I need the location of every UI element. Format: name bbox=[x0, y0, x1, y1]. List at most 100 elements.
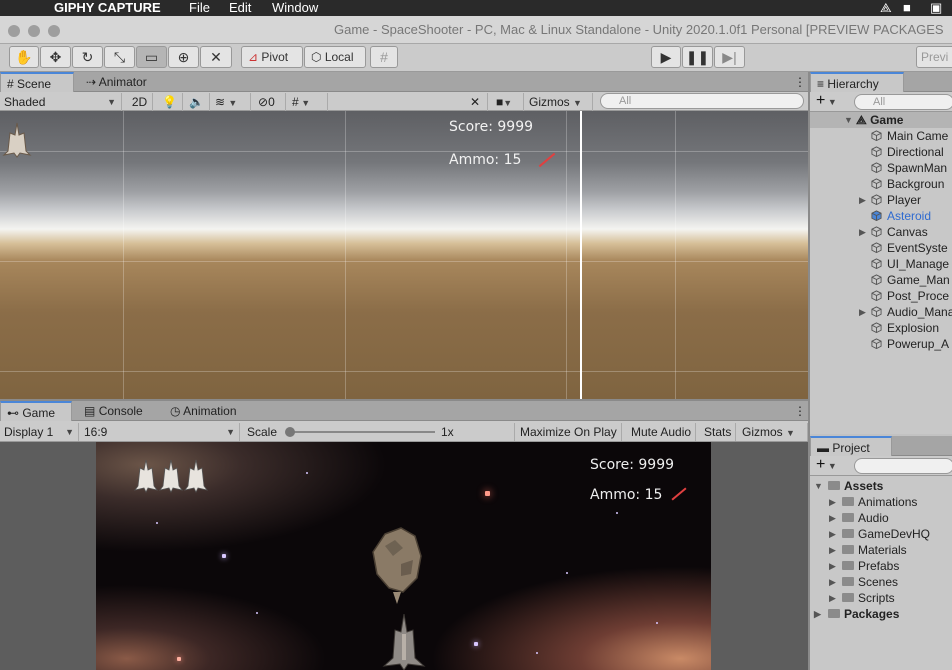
pivot-toggle[interactable]: ⊿ Pivot bbox=[241, 46, 303, 68]
stats-toggle[interactable]: Stats bbox=[700, 423, 737, 441]
hierarchy-item[interactable]: Main Came bbox=[810, 128, 952, 144]
preview-packages-button[interactable]: Previ bbox=[916, 46, 952, 68]
hierarchy-item[interactable]: Backgroun bbox=[810, 176, 952, 192]
move-tool-icon[interactable]: ✥ bbox=[40, 46, 71, 68]
shading-mode-dropdown[interactable]: Shaded ▼ bbox=[0, 93, 122, 111]
grid-toggle-icon[interactable]: # ▼ bbox=[288, 93, 328, 111]
expand-arrow-icon[interactable]: ▶ bbox=[829, 510, 836, 526]
minimize-window-button[interactable] bbox=[28, 25, 40, 37]
scene-gizmos-dropdown[interactable]: Gizmos ▼ bbox=[525, 93, 593, 111]
local-label: Local bbox=[324, 50, 354, 64]
hierarchy-item[interactable]: Directional bbox=[810, 144, 952, 160]
tray-extra-icon[interactable]: ▣ bbox=[930, 0, 942, 15]
project-folder-item[interactable]: ▶ Animations bbox=[810, 494, 952, 510]
game-view[interactable]: Score: 9999 Ammo: 15 bbox=[96, 442, 711, 670]
zoom-window-button[interactable] bbox=[48, 25, 60, 37]
scale-tool-icon[interactable]: ⤡ bbox=[104, 46, 135, 68]
tools-icon[interactable]: ✕ bbox=[466, 93, 488, 111]
folder-icon bbox=[842, 497, 854, 506]
tab-animation[interactable]: ◷ Animation bbox=[164, 401, 243, 421]
unity-tray-icon[interactable]: ⟁ bbox=[880, 0, 892, 15]
expand-arrow-icon[interactable]: ▶ bbox=[829, 590, 836, 606]
hierarchy-item[interactable]: UI_Manage bbox=[810, 256, 952, 272]
lighting-icon[interactable]: 💡 bbox=[157, 93, 183, 111]
hand-tool-icon[interactable]: ✋ bbox=[9, 46, 39, 68]
maximize-on-play-toggle[interactable]: Maximize On Play bbox=[516, 423, 622, 441]
hierarchy-item[interactable]: Powerup_A bbox=[810, 336, 952, 352]
tab-animator[interactable]: ⇢ Animator bbox=[80, 72, 153, 92]
effects-icon[interactable]: ≋ ▼ bbox=[211, 93, 251, 111]
tab-console[interactable]: ▤ Console bbox=[78, 401, 149, 421]
tab-scene[interactable]: # Scene bbox=[0, 72, 74, 92]
expand-arrow-icon[interactable]: ▶ bbox=[829, 542, 836, 558]
menu-window[interactable]: Window bbox=[272, 0, 318, 15]
hierarchy-item[interactable]: SpawnMan bbox=[810, 160, 952, 176]
menu-app-name[interactable]: GIPHY CAPTURE bbox=[54, 0, 161, 15]
scale-slider-track[interactable] bbox=[289, 431, 435, 433]
game-gizmos-dropdown[interactable]: Gizmos ▼ bbox=[738, 423, 808, 441]
tab-project[interactable]: ▬ Project bbox=[810, 436, 892, 456]
play-button[interactable]: ▶ bbox=[651, 46, 681, 68]
camera-tray-icon[interactable]: ■ bbox=[903, 0, 911, 15]
step-button[interactable]: ▶| bbox=[714, 46, 745, 68]
tab-game[interactable]: ⊷ Game bbox=[0, 401, 72, 421]
project-assets-row[interactable]: ▼ Assets bbox=[810, 478, 952, 494]
hierarchy-scene-row[interactable]: ▼ ⟁ Game bbox=[810, 112, 952, 128]
project-folder-label: Animations bbox=[858, 495, 918, 509]
hierarchy-item[interactable]: Post_Proce bbox=[810, 288, 952, 304]
menu-file[interactable]: File bbox=[189, 0, 210, 15]
hierarchy-item-label: Audio_Mana bbox=[887, 305, 952, 319]
main-toolbar: ✋ ✥ ↻ ⤡ ▭ ⊕ ✕ ⊿ Pivot ⬡ Local # ▶ ❚❚ ▶| … bbox=[0, 44, 952, 72]
project-folder-item[interactable]: ▶ Audio bbox=[810, 510, 952, 526]
hierarchy-item[interactable]: Game_Man bbox=[810, 272, 952, 288]
expand-arrow-icon[interactable]: ▶ bbox=[829, 526, 836, 542]
expand-arrow-icon[interactable]: ▶ bbox=[829, 558, 836, 574]
project-packages-row[interactable]: ▶ Packages bbox=[810, 606, 952, 622]
expand-arrow-icon[interactable]: ▶ bbox=[859, 192, 866, 208]
custom-tool-icon[interactable]: ✕ bbox=[200, 46, 232, 68]
gameobject-cube-icon bbox=[871, 274, 882, 285]
tab-hierarchy[interactable]: ≡ Hierarchy bbox=[810, 72, 904, 92]
hierarchy-item[interactable]: ▶ Audio_Mana bbox=[810, 304, 952, 320]
hidden-objects-toggle[interactable]: ⊘0 bbox=[254, 93, 286, 111]
audio-icon[interactable]: 🔈 bbox=[184, 93, 210, 111]
scene-search-input[interactable]: All bbox=[600, 93, 804, 109]
scene-view[interactable]: Score: 9999 Ammo: 15 bbox=[0, 111, 808, 399]
camera-icon[interactable]: ■▼ bbox=[492, 93, 524, 111]
menu-edit[interactable]: Edit bbox=[229, 0, 251, 15]
hierarchy-item[interactable]: Explosion bbox=[810, 320, 952, 336]
local-toggle[interactable]: ⬡ Local bbox=[304, 46, 366, 68]
expand-arrow-icon[interactable]: ▶ bbox=[829, 574, 836, 590]
project-folder-item[interactable]: ▶ Prefabs bbox=[810, 558, 952, 574]
close-window-button[interactable] bbox=[8, 25, 20, 37]
gameobject-cube-icon bbox=[871, 130, 882, 141]
expand-arrow-icon[interactable]: ▶ bbox=[829, 494, 836, 510]
expand-arrow-icon[interactable]: ▼ bbox=[844, 112, 853, 128]
add-object-button[interactable]: + ▼ bbox=[816, 92, 837, 111]
transform-tool-icon[interactable]: ⊕ bbox=[168, 46, 199, 68]
toggle-2d-button[interactable]: 2D bbox=[127, 93, 153, 111]
expand-arrow-icon[interactable]: ▶ bbox=[814, 606, 821, 622]
project-folder-item[interactable]: ▶ GameDevHQ bbox=[810, 526, 952, 542]
expand-arrow-icon[interactable]: ▶ bbox=[859, 224, 866, 240]
aspect-dropdown[interactable]: 16:9 ▼ bbox=[80, 423, 240, 441]
project-search-input[interactable] bbox=[854, 458, 952, 474]
display-dropdown[interactable]: Display 1 ▼ bbox=[0, 423, 79, 441]
rect-tool-icon[interactable]: ▭ bbox=[136, 46, 167, 68]
project-folder-item[interactable]: ▶ Materials bbox=[810, 542, 952, 558]
hierarchy-item[interactable]: ▶ Canvas bbox=[810, 224, 952, 240]
project-folder-item[interactable]: ▶ Scenes bbox=[810, 574, 952, 590]
hierarchy-search-input[interactable]: All bbox=[854, 94, 952, 110]
scale-slider-thumb[interactable] bbox=[285, 427, 295, 437]
project-folder-item[interactable]: ▶ Scripts bbox=[810, 590, 952, 606]
pause-button[interactable]: ❚❚ bbox=[682, 46, 713, 68]
hierarchy-item[interactable]: EventSyste bbox=[810, 240, 952, 256]
hierarchy-item[interactable]: ▶ Player bbox=[810, 192, 952, 208]
hierarchy-item[interactable]: Asteroid bbox=[810, 208, 952, 224]
expand-arrow-icon[interactable]: ▼ bbox=[814, 478, 823, 494]
create-asset-button[interactable]: + ▼ bbox=[816, 456, 837, 475]
mute-audio-toggle[interactable]: Mute Audio bbox=[627, 423, 697, 441]
expand-arrow-icon[interactable]: ▶ bbox=[859, 304, 866, 320]
grid-snap-icon[interactable]: # bbox=[370, 46, 398, 68]
rotate-tool-icon[interactable]: ↻ bbox=[72, 46, 103, 68]
